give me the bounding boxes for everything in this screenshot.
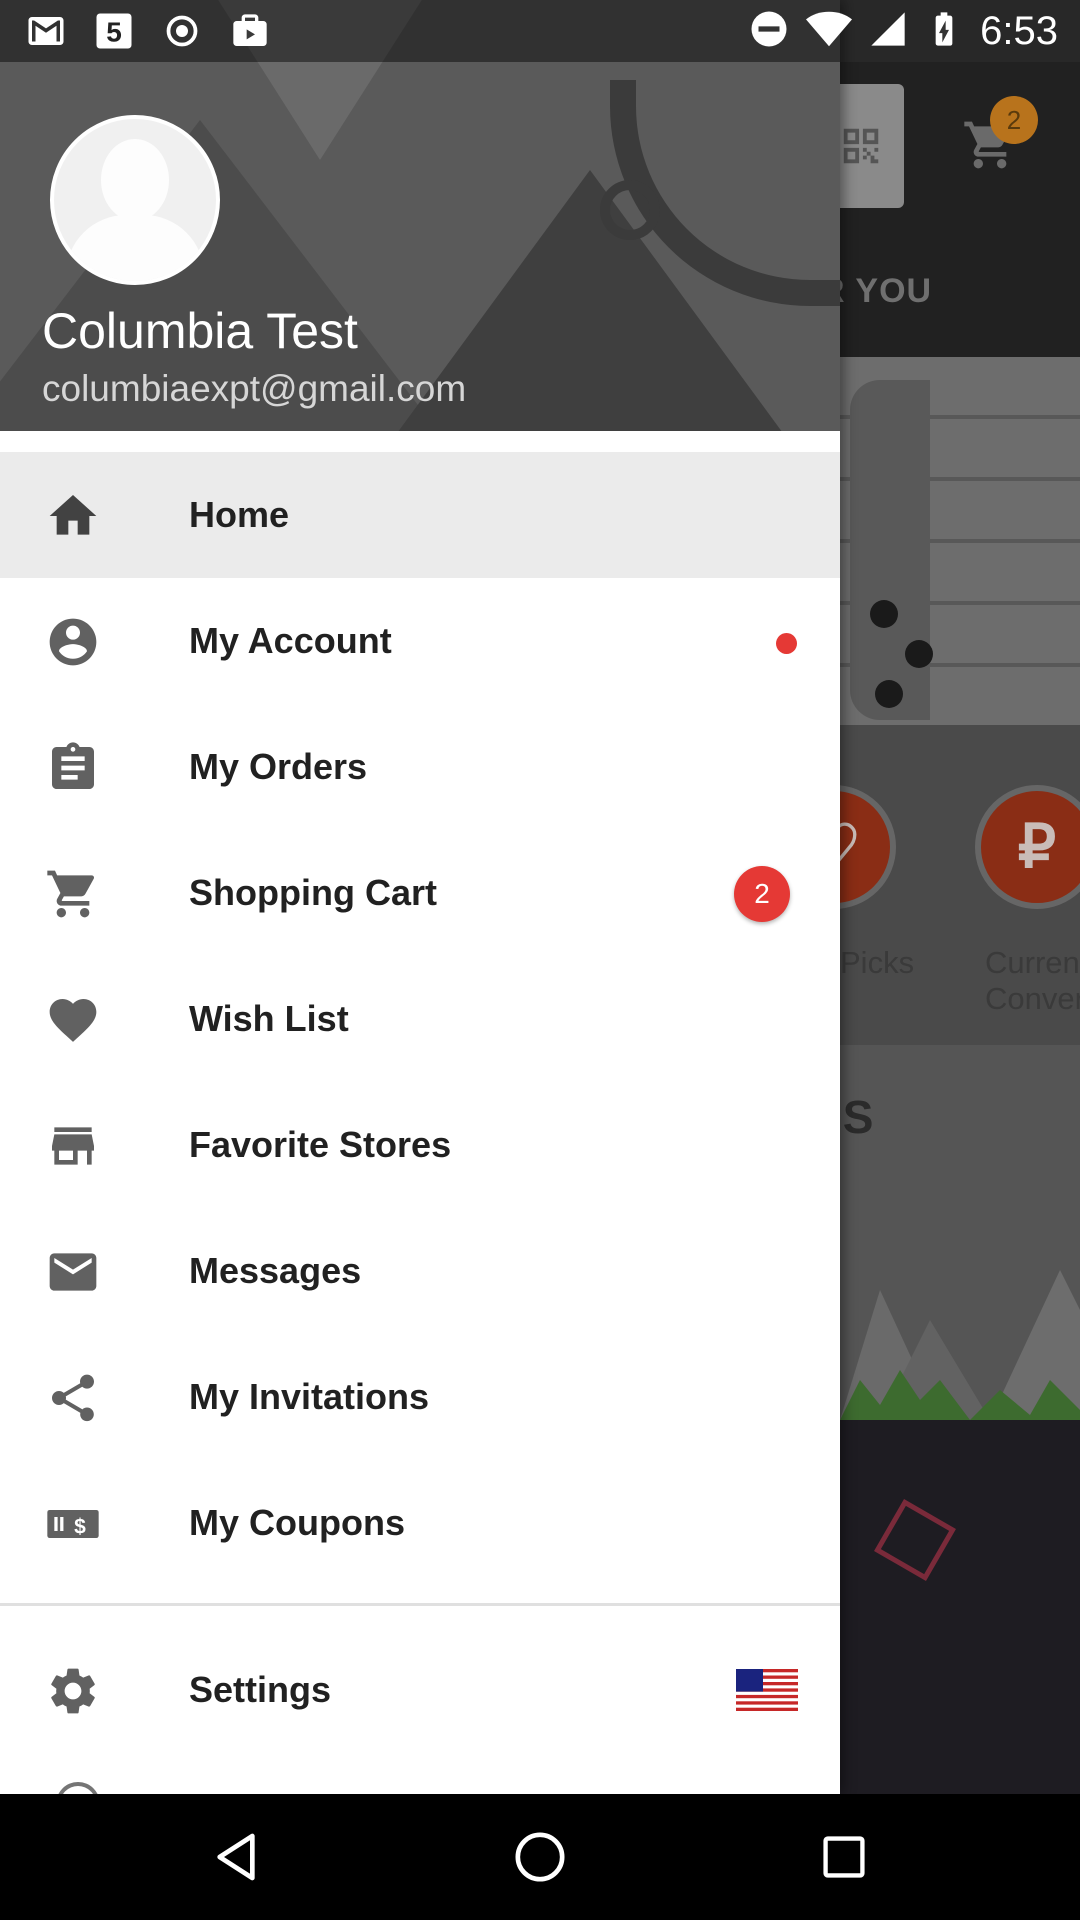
home-button[interactable]: [510, 1827, 570, 1887]
menu-divider: [0, 1603, 840, 1606]
record-icon: [160, 10, 204, 52]
share-icon: [45, 1370, 101, 1426]
avatar-body: [66, 215, 204, 281]
wifi-icon: [806, 6, 853, 57]
clipboard-icon: [45, 740, 101, 796]
gmail-icon: [24, 10, 68, 52]
drawer-menu: Home My Account My Orders Shopping Cart …: [0, 452, 840, 1586]
background-category-label: Picks: [840, 945, 915, 980]
battery-charging-icon: [924, 7, 964, 56]
menu-item-shopping-cart[interactable]: Shopping Cart 2: [0, 830, 840, 956]
back-button[interactable]: [206, 1827, 266, 1887]
cart-icon: [45, 866, 101, 922]
us-flag-icon[interactable]: [736, 1669, 798, 1711]
menu-item-label: My Orders: [189, 746, 368, 787]
menu-item-label: My Coupons: [189, 1502, 405, 1543]
menu-item-favorite-stores[interactable]: Favorite Stores: [0, 1082, 840, 1208]
menu-item-label: Home: [189, 494, 290, 535]
channel-5-icon: 5: [92, 10, 136, 52]
menu-item-my-account[interactable]: My Account: [0, 578, 840, 704]
do-not-disturb-icon: [748, 8, 790, 55]
header-decoration: [600, 180, 660, 240]
menu-item-label: My Invitations: [189, 1376, 430, 1417]
background-category-label: Curren Conver: [985, 945, 1080, 1016]
menu-item-label: Shopping Cart: [189, 872, 437, 913]
mountains-illustration: [840, 1270, 1080, 1420]
recents-button[interactable]: [814, 1827, 874, 1887]
polka-dot: [905, 640, 933, 668]
menu-item-my-orders[interactable]: My Orders: [0, 704, 840, 830]
svg-text:5: 5: [106, 17, 122, 48]
media-icon: [228, 10, 272, 52]
svg-text:$: $: [74, 1515, 86, 1538]
menu-item-label: Settings: [189, 1669, 332, 1710]
background-banner-figure: [850, 380, 930, 720]
cart-count-badge: 2: [734, 866, 790, 922]
gear-icon: [45, 1663, 101, 1719]
menu-item-label: Messages: [189, 1250, 362, 1291]
notification-dot: [776, 633, 797, 654]
polka-dot: [870, 600, 898, 628]
heart-icon: [45, 992, 101, 1048]
store-icon: [45, 1118, 101, 1174]
system-navigation-bar: [0, 1794, 1080, 1920]
signal-icon: [868, 9, 908, 54]
menu-item-label: Favorite Stores: [189, 1124, 452, 1165]
avatar-head: [101, 139, 169, 221]
menu-item-my-coupons[interactable]: $ My Coupons: [0, 1460, 840, 1586]
menu-item-settings[interactable]: Settings: [0, 1627, 840, 1753]
avatar[interactable]: [50, 115, 220, 285]
status-bar: 5 6:53: [0, 0, 1080, 62]
navigation-drawer: Columbia Test columbiaexpt@gmail.com Hom…: [0, 0, 840, 1794]
menu-item-label: Wish List: [189, 998, 349, 1039]
menu-item-messages[interactable]: Messages: [0, 1208, 840, 1334]
background-cart-badge: 2: [990, 96, 1038, 144]
coupon-icon: $: [45, 1496, 101, 1552]
menu-item-home[interactable]: Home: [0, 452, 840, 578]
account-circle-icon: [45, 614, 101, 670]
menu-item-label: My Account: [189, 620, 392, 661]
clock: 6:53: [980, 9, 1058, 53]
user-email: columbiaexpt@gmail.com: [42, 368, 467, 409]
menu-item-wish-list[interactable]: Wish List: [0, 956, 840, 1082]
polka-dot: [875, 680, 903, 708]
partially-visible-menu-icon: [56, 1782, 100, 1794]
drawer-header: Columbia Test columbiaexpt@gmail.com: [0, 0, 840, 431]
home-icon: [45, 488, 101, 544]
user-name: Columbia Test: [42, 303, 358, 359]
menu-item-my-invitations[interactable]: My Invitations: [0, 1334, 840, 1460]
mail-icon: [45, 1244, 101, 1300]
